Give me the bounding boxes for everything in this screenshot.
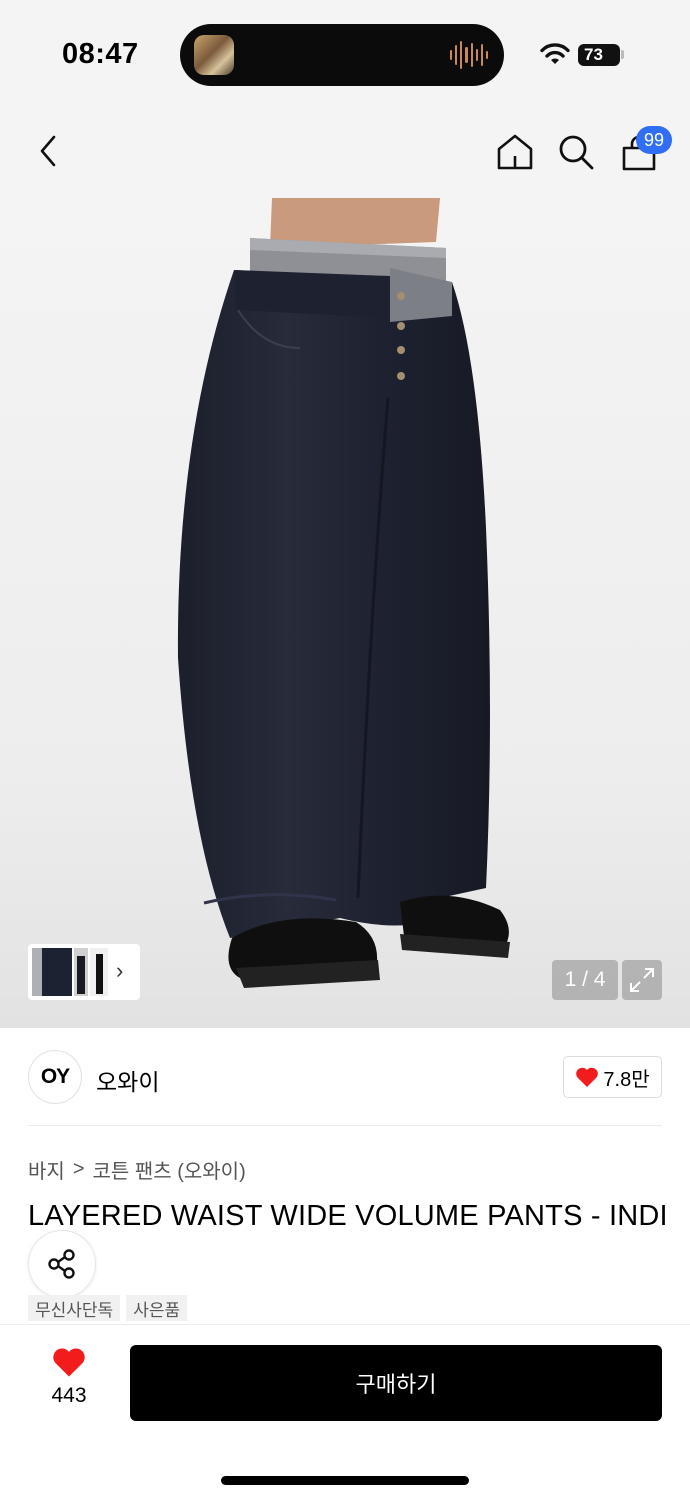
home-icon[interactable]	[495, 132, 535, 172]
dynamic-island[interactable]	[180, 24, 504, 86]
brand-like-count: 7.8만	[603, 1068, 650, 1091]
brand-name[interactable]: 오와이	[96, 1063, 159, 1097]
heart-icon	[576, 1067, 599, 1087]
search-icon[interactable]	[556, 132, 596, 172]
island-avatar	[194, 35, 234, 75]
divider	[28, 1125, 662, 1126]
thumbnail-strip[interactable]: ›	[28, 944, 140, 1000]
cart-badge: 99	[636, 126, 672, 154]
battery-cap	[621, 50, 624, 59]
audio-wave-icon	[450, 40, 488, 70]
wifi-icon	[540, 43, 570, 64]
expand-button[interactable]	[622, 960, 662, 1000]
breadcrumb-category[interactable]: 바지	[28, 1155, 65, 1184]
expand-icon	[630, 968, 654, 992]
home-indicator[interactable]	[221, 1476, 469, 1485]
tag-gift: 사은품	[126, 1295, 188, 1321]
thumbnail-1[interactable]	[32, 948, 72, 996]
tag-exclusive: 무신사단독	[28, 1295, 121, 1321]
brand-logo[interactable]: OY	[28, 1050, 82, 1104]
product-image[interactable]	[0, 198, 690, 1028]
chevron-right-icon[interactable]: ›	[116, 958, 123, 984]
image-counter: 1 / 4	[552, 960, 618, 1000]
thumbnail-3[interactable]	[90, 948, 108, 996]
share-icon	[48, 1249, 75, 1279]
share-button[interactable]	[28, 1230, 96, 1298]
tag-list: 무신사단독 사은품	[28, 1295, 188, 1321]
status-bar: 08:47 73	[0, 0, 690, 110]
product-photo	[177, 198, 510, 988]
status-time: 08:47	[62, 38, 139, 70]
chevron-left-icon[interactable]	[34, 132, 64, 170]
like-button[interactable]: 443	[36, 1346, 102, 1416]
buy-button[interactable]: 구매하기	[130, 1345, 662, 1421]
heart-icon	[53, 1348, 85, 1377]
product-title: LAYERED WAIST WIDE VOLUME PANTS - INDIGO	[28, 1200, 668, 1232]
battery-level: 73	[584, 45, 603, 64]
breadcrumb-subcategory[interactable]: 코튼 팬츠 (오와이)	[93, 1155, 246, 1184]
breadcrumb-separator: >	[72, 1158, 85, 1180]
like-count: 443	[51, 1384, 87, 1407]
breadcrumb: 바지 > 코튼 팬츠 (오와이)	[28, 1155, 246, 1184]
thumbnail-2[interactable]	[74, 948, 88, 996]
battery-icon: 73	[578, 44, 620, 66]
brand-like-button[interactable]: 7.8만	[563, 1056, 662, 1098]
